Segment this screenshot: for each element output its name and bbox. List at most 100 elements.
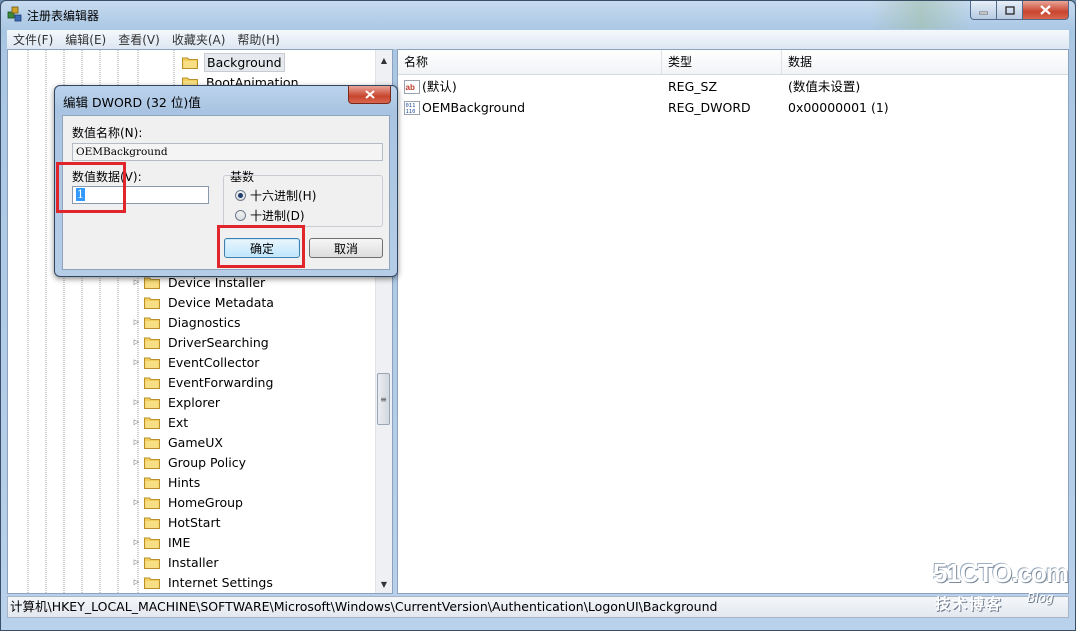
tree-item[interactable]: Hints [132,472,202,492]
string-value-icon: ab [404,79,420,94]
folder-icon [144,356,160,369]
tree-item[interactable]: ▷ Diagnostics [132,312,243,332]
column-header-type[interactable]: 类型 [662,50,782,74]
dialog-title: 编辑 DWORD (32 位)值 [63,95,201,110]
expand-arrow-icon[interactable]: ▷ [132,438,141,446]
tree-item[interactable]: HotStart [132,512,222,532]
folder-icon [144,336,160,349]
close-button[interactable] [1023,1,1069,20]
dword-value-icon: 011 110 [404,100,420,115]
value-name: (默认) [422,79,457,94]
watermark-blog: Blog [1027,591,1054,605]
tree-item[interactable]: ▷ Internet Settings [132,572,275,592]
expand-arrow-icon[interactable]: ▷ [132,398,141,406]
title-bar[interactable]: 注册表编辑器 [1,1,1075,29]
expand-arrow-icon[interactable]: ▷ [132,278,141,286]
values-list-pane[interactable]: 名称 类型 数据 ab (默认) REG_SZ (数值未设置) 011 110 … [397,49,1069,594]
folder-icon [144,556,160,569]
value-row-default[interactable]: ab (默认) REG_SZ (数值未设置) [398,77,1068,97]
tree-item-label: Group Policy [168,454,246,470]
tree-item-label: Hints [168,474,201,490]
menu-view[interactable]: 查看(V) [112,31,166,48]
menu-bar: 文件(F) 编辑(E) 查看(V) 收藏夹(A) 帮助(H) [7,30,1069,49]
watermark-subtitle: 技术博客 [935,595,1004,613]
folder-icon [144,296,160,309]
value-type: REG_SZ [668,79,718,94]
svg-text:ab: ab [406,83,415,92]
window-title: 注册表编辑器 [27,9,100,23]
value-name: OEMBackground [422,100,526,115]
hex-radio-button[interactable] [235,190,246,201]
folder-icon [144,516,160,529]
tree-item-label: EventCollector [168,354,260,370]
menu-favorites[interactable]: 收藏夹(A) [166,31,232,48]
menu-help[interactable]: 帮助(H) [231,31,285,48]
scroll-up-arrow-icon[interactable]: ▲ [376,52,392,68]
scroll-down-arrow-icon[interactable]: ▼ [376,576,392,592]
folder-icon [144,316,160,329]
tree-item-label: Diagnostics [168,314,241,330]
folder-icon [144,276,160,289]
hex-radio-option[interactable]: 十六进制(H) [235,187,316,204]
expand-arrow-icon[interactable]: ▷ [132,578,141,586]
window-controls [970,1,1069,20]
tree-item[interactable]: ▷ GameUX [132,432,225,452]
value-data: (数值未设置) [788,79,861,94]
tree-item[interactable]: EventForwarding [132,372,275,392]
tree-item[interactable]: ▷ HomeGroup [132,492,245,512]
highlight-box-value-data [56,162,126,213]
expand-arrow-icon[interactable]: ▷ [132,358,141,366]
minimize-icon [979,11,988,14]
close-icon [1040,5,1051,15]
maximize-button[interactable] [997,1,1023,20]
tree-item-label: Explorer [168,394,221,410]
folder-icon [144,576,160,589]
tree-item[interactable]: Device Metadata [132,292,276,312]
expand-arrow-icon[interactable]: ▷ [132,498,141,506]
menu-edit[interactable]: 编辑(E) [59,31,112,48]
title-glass-decoration [871,1,971,29]
tree-item-label: Background [204,52,285,72]
dec-radio-label: 十进制(D) [250,209,305,223]
expand-arrow-icon[interactable]: ▷ [132,538,141,546]
list-header: 名称 类型 数据 [398,50,1068,75]
column-header-data[interactable]: 数据 [782,50,1068,74]
tree-item[interactable]: ▷ Installer [132,552,220,572]
tree-item[interactable]: ▷ Explorer [132,392,222,412]
folder-icon [144,376,160,389]
tree-item-label: GameUX [168,434,223,450]
hex-radio-label: 十六进制(H) [250,189,317,203]
expand-arrow-icon[interactable]: ▷ [132,458,141,466]
tree-item-label: HotStart [168,514,221,530]
expand-arrow-icon[interactable]: ▷ [132,418,141,426]
dec-radio-button[interactable] [235,210,246,221]
expand-arrow-icon[interactable]: ▷ [132,558,141,566]
scroll-thumb[interactable]: ≡ [377,373,390,425]
tree-item[interactable]: ▷ DriverSearching [132,332,271,352]
minimize-button[interactable] [970,1,997,20]
dialog-close-button[interactable] [348,86,391,104]
folder-icon [144,476,160,489]
folder-icon [144,496,160,509]
tree-item[interactable]: Background [170,52,285,72]
tree-item[interactable]: ▷ Group Policy [132,452,248,472]
tree-item[interactable]: ▷ EventCollector [132,352,261,372]
dec-radio-option[interactable]: 十进制(D) [235,207,305,224]
value-row-oembackground[interactable]: 011 110 OEMBackground REG_DWORD 0x000000… [398,98,1068,118]
tree-item-label: Device Metadata [168,294,274,310]
tree-item[interactable]: ▷ IME [132,532,192,552]
expand-arrow-icon[interactable]: ▷ [132,338,141,346]
expand-arrow-icon[interactable]: ▷ [132,318,141,326]
cancel-button[interactable]: 取消 [309,238,383,258]
folder-icon [182,56,198,69]
folder-icon [144,396,160,409]
menu-file[interactable]: 文件(F) [7,31,59,48]
column-header-name[interactable]: 名称 [398,50,662,74]
tree-item[interactable]: ▷ Ext [132,412,190,432]
maximize-icon [1004,5,1015,15]
watermark-logo: 51CTO.com [933,558,1069,588]
folder-icon [144,456,160,469]
highlight-box-ok-button [217,225,305,268]
value-type: REG_DWORD [668,100,751,115]
close-icon [364,90,375,99]
